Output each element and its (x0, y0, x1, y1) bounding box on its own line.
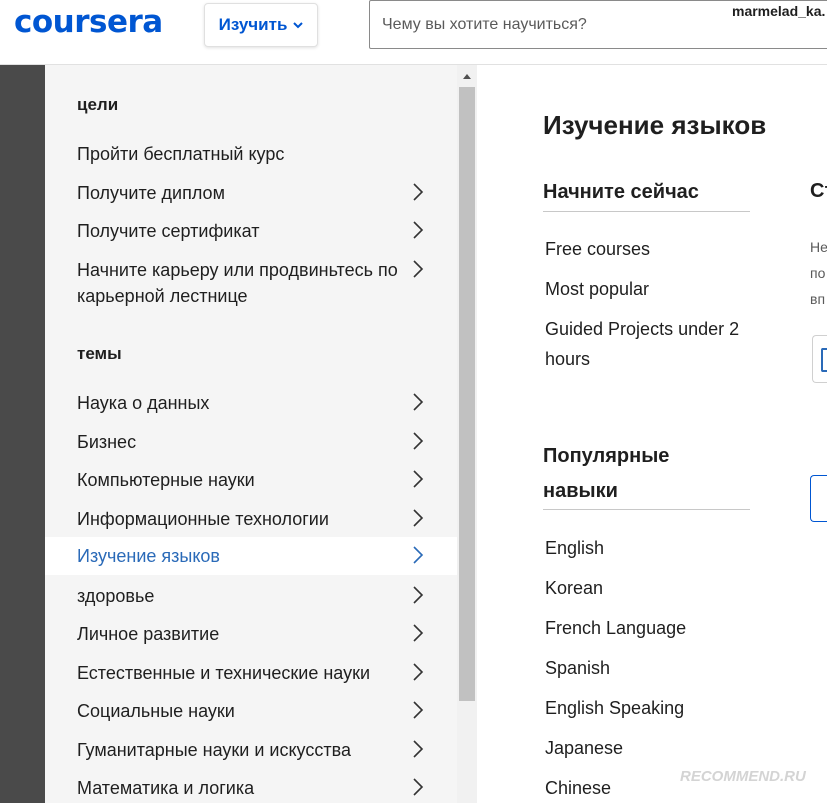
explore-button[interactable]: Изучить (204, 3, 318, 47)
link-guided-projects-line1[interactable]: Guided Projects under 2 (545, 314, 739, 344)
skill-link-spanish[interactable]: Spanish (545, 653, 610, 683)
topics-heading: темы (77, 344, 122, 363)
menu-item-physical-science[interactable]: Естественные и технические науки (45, 659, 457, 687)
menu-item-computer-science[interactable]: Компьютерные науки (45, 466, 457, 494)
menu-item-label: Компьютерные науки (77, 470, 255, 490)
menu-item-language-learning[interactable]: Изучение языков (45, 537, 457, 575)
menu-item-label: Информационные технологии (77, 509, 329, 529)
skill-link-japanese[interactable]: Japanese (545, 733, 623, 763)
divider (543, 211, 750, 212)
explore-menu: цели Пройти бесплатный курс Получите дип… (45, 65, 457, 803)
page-overlay-strip (0, 65, 45, 803)
chevron-right-icon (413, 586, 424, 604)
menu-item-free-course[interactable]: Пройти бесплатный курс (45, 140, 457, 168)
menu-item-arts-humanities[interactable]: Гуманитарные науки и искусства (45, 736, 457, 764)
menu-item-label: Получите сертификат (77, 221, 260, 241)
chevron-right-icon (413, 221, 424, 239)
card-icon (821, 348, 827, 372)
search-input[interactable] (382, 13, 722, 37)
menu-item-label: Социальные науки (77, 701, 235, 721)
skill-link-english-speaking[interactable]: English Speaking (545, 693, 684, 723)
watermark: RECOMMEND.RU (680, 768, 806, 785)
goals-heading: цели (77, 95, 119, 114)
menu-item-social-sciences[interactable]: Социальные науки (45, 697, 457, 725)
link-most-popular[interactable]: Most popular (545, 274, 649, 304)
menu-item-label-line2: карьерной лестнице (77, 286, 248, 306)
chevron-down-icon (293, 21, 304, 28)
chevron-right-icon (413, 778, 424, 796)
menu-item-business[interactable]: Бизнес (45, 428, 457, 456)
chevron-right-icon (413, 260, 424, 278)
chevron-right-icon (413, 183, 424, 201)
link-guided-projects-line2[interactable]: hours (545, 344, 590, 374)
chevron-right-icon (413, 509, 424, 527)
skill-link-chinese[interactable]: Chinese (545, 773, 611, 803)
chevron-right-icon (413, 624, 424, 642)
menu-item-information-technology[interactable]: Информационные технологии (45, 505, 457, 533)
menu-item-label: Математика и логика (77, 778, 255, 798)
skill-link-french[interactable]: French Language (545, 613, 686, 643)
scroll-up-arrow-icon[interactable] (457, 65, 477, 87)
chevron-right-icon (413, 470, 424, 488)
menu-item-label: Бизнес (77, 432, 137, 452)
scrollbar-thumb[interactable] (459, 87, 475, 701)
chevron-right-icon (413, 701, 424, 719)
right-column-card[interactable] (812, 335, 827, 383)
menu-item-label: Естественные и технические науки (77, 663, 371, 683)
right-column-heading: Ст (810, 180, 827, 202)
menu-item-data-science[interactable]: Наука о данных (45, 389, 457, 417)
right-column-button[interactable] (810, 475, 827, 522)
menu-item-label: здоровье (77, 586, 155, 606)
skill-link-english[interactable]: English (545, 533, 604, 563)
menu-item-label: Получите диплом (77, 183, 225, 203)
explore-button-label: Изучить (218, 15, 288, 34)
chevron-right-icon (413, 663, 424, 681)
chevron-right-icon (413, 546, 424, 564)
chevron-right-icon (413, 740, 424, 758)
page-title: Изучение языков (543, 110, 767, 140)
right-column-text: по (810, 265, 826, 281)
top-header: coursera Изучить marmelad_ka. (0, 0, 827, 65)
menu-item-personal-development[interactable]: Личное развитие (45, 620, 457, 648)
skill-link-korean[interactable]: Korean (545, 573, 603, 603)
coursera-logo[interactable]: coursera (14, 4, 163, 40)
chevron-right-icon (413, 432, 424, 450)
menu-item-degree[interactable]: Получите диплом (45, 179, 457, 207)
link-free-courses[interactable]: Free courses (545, 234, 650, 264)
menu-item-label: Изучение языков (77, 546, 220, 566)
menu-item-label: Наука о данных (77, 393, 210, 413)
menu-item-label: Пройти бесплатный курс (77, 144, 285, 164)
menu-item-label-line1: Начните карьеру или продвиньтесь по (77, 260, 398, 280)
menu-scrollbar[interactable] (457, 65, 477, 803)
menu-item-label: Личное развитие (77, 624, 220, 644)
popular-skills-heading-line2: навыки (543, 480, 618, 502)
menu-item-career[interactable]: Начните карьеру или продвиньтесь по карь… (45, 256, 457, 312)
menu-item-health[interactable]: здоровье (45, 582, 457, 610)
menu-item-label: Гуманитарные науки и искусства (77, 740, 351, 760)
menu-item-math-logic[interactable]: Математика и логика (45, 774, 457, 802)
right-column-text: Не (810, 239, 827, 255)
right-column-text: вп (810, 291, 826, 307)
popular-skills-heading-line1: Популярные (543, 445, 670, 467)
divider (543, 509, 750, 510)
menu-item-certificate[interactable]: Получите сертификат (45, 217, 457, 245)
start-now-heading: Начните сейчас (543, 181, 699, 203)
chevron-right-icon (413, 393, 424, 411)
username[interactable]: marmelad_ka. (732, 3, 825, 19)
